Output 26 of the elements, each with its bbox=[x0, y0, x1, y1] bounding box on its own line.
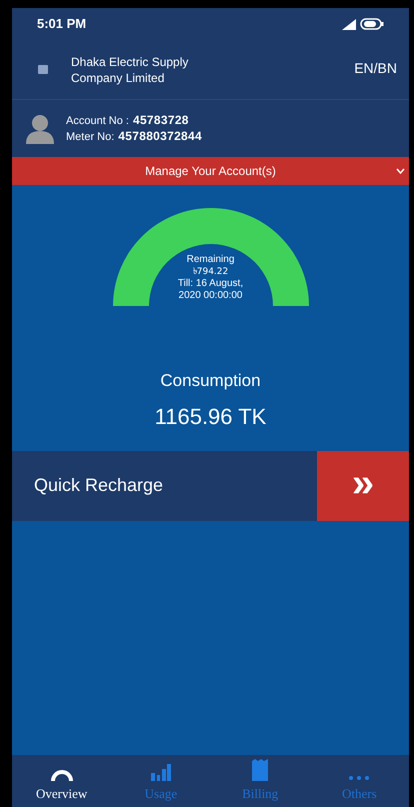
till-date: Till: 16 August, bbox=[178, 278, 244, 290]
recharge-button[interactable]: » bbox=[317, 450, 409, 520]
consumption-value: 1165.96 TK bbox=[154, 402, 266, 430]
status-time: 5:01 PM bbox=[37, 15, 86, 34]
battery-icon bbox=[360, 18, 384, 30]
signal-icon bbox=[342, 18, 356, 30]
account-label: Account No : bbox=[66, 114, 129, 128]
menu-icon[interactable] bbox=[38, 65, 48, 74]
nav-tab[interactable]: Overview bbox=[12, 755, 112, 807]
consumption-label: Consumption bbox=[160, 370, 261, 392]
chevron-down-icon bbox=[396, 168, 405, 174]
remaining-amount: ৳794.22 bbox=[192, 266, 228, 278]
company-name: Company Limited bbox=[71, 70, 166, 86]
more-icon bbox=[348, 774, 370, 780]
meter-label: Meter No: bbox=[66, 130, 114, 144]
company-name: Dhaka Electric Supply bbox=[71, 54, 188, 70]
bar-chart-icon bbox=[150, 762, 172, 780]
account-number: 45783728 bbox=[132, 112, 189, 128]
till-time: 2020 00:00:00 bbox=[178, 290, 242, 302]
language-toggle[interactable]: EN/BN bbox=[354, 58, 397, 81]
gauge-label: Remaining bbox=[186, 254, 234, 266]
receipt-icon bbox=[252, 758, 268, 780]
avatar-icon bbox=[26, 114, 54, 144]
meter-number: 457880372844 bbox=[118, 128, 202, 144]
manage-accounts-bar[interactable]: Manage Your Account(s) bbox=[12, 157, 409, 185]
quick-recharge-label: Quick Recharge bbox=[33, 474, 164, 497]
